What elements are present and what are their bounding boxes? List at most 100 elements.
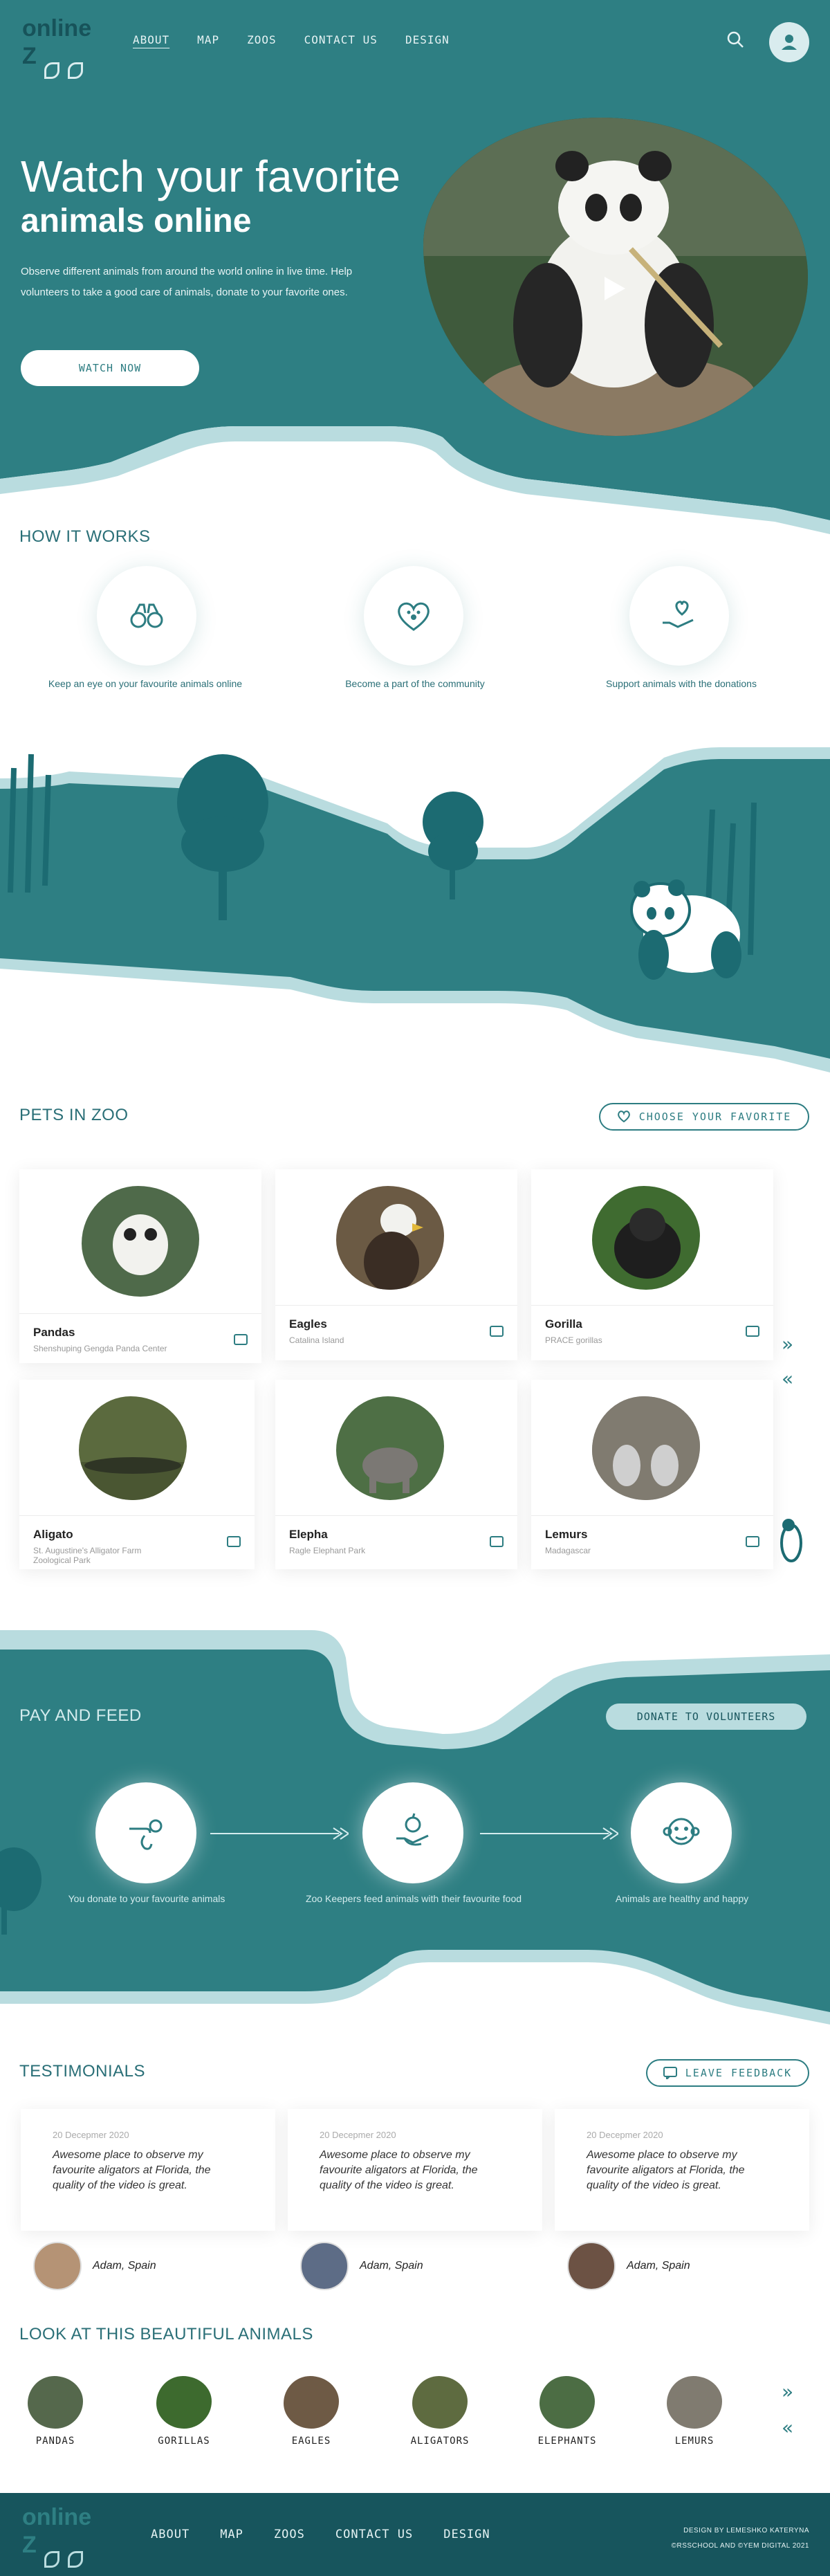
footer-logo[interactable]: online Z: [22, 2504, 98, 2568]
avatar: [567, 2242, 616, 2290]
testimonial-date: 20 Decepmer 2020: [320, 2130, 396, 2140]
how-it-works-title: HOW IT WORKS: [19, 527, 151, 546]
zoo-illustration: [0, 747, 830, 1072]
pet-location: St. Augustine's Alligator Farm Zoologica…: [33, 1546, 142, 1565]
footer-nav-map[interactable]: MAP: [220, 2528, 243, 2541]
pets-title: PETS IN ZOO: [19, 1106, 129, 1124]
hand-apple-icon: [362, 1782, 463, 1883]
site-footer: online Z ABOUT MAP ZOOS CONTACT US DESIG…: [0, 2493, 830, 2576]
tv-icon[interactable]: [234, 1334, 248, 1345]
pet-name: Aligato: [33, 1528, 73, 1541]
pet-location: PRACE gorillas: [545, 1335, 602, 1345]
testimonial-card: 20 Decepmer 2020 Awesome place to observ…: [21, 2109, 275, 2231]
monkey-face-icon: [631, 1782, 732, 1883]
tv-icon[interactable]: [746, 1326, 759, 1337]
next-arrow-icon[interactable]: »: [782, 2380, 793, 2403]
hand-coin-icon: [95, 1782, 196, 1883]
user-icon: [782, 35, 797, 50]
alligator-image: [79, 1396, 187, 1500]
gallery-title: LOOK AT THIS BEAUTIFUL ANIMALS: [19, 2325, 313, 2344]
eagle-image: [336, 1186, 444, 1290]
arrow-right-icon: [210, 1827, 349, 1840]
nav-about[interactable]: ABOUT: [133, 33, 169, 46]
hero-title: Watch your favorite: [21, 152, 400, 201]
nav-contact[interactable]: CONTACT US: [304, 33, 378, 46]
hiw-label-watch: Keep an eye on your favourite animals on…: [48, 678, 243, 689]
pet-location: Madagascar: [545, 1546, 591, 1555]
lemur-image: [592, 1396, 700, 1500]
testimonial-text: Awesome place to observe my favourite al…: [320, 2149, 478, 2191]
testimonial-text: Awesome place to observe my favourite al…: [587, 2149, 745, 2191]
gallery-label: ELEPHANTS: [537, 2436, 597, 2447]
penguin-icon: [780, 1519, 802, 1562]
nav-zoos[interactable]: ZOOS: [247, 33, 277, 46]
leaf-icon: [44, 2551, 59, 2568]
leave-feedback-button[interactable]: LEAVE FEEDBACK: [646, 2059, 809, 2087]
gorilla-image: [592, 1186, 700, 1290]
search-icon[interactable]: [726, 30, 744, 48]
elephant-image: [336, 1396, 444, 1500]
pet-name: Eagles: [289, 1317, 327, 1331]
site-header: online Z ABOUT MAP ZOOS CONTACT US DESIG…: [0, 0, 830, 84]
avatar: [300, 2242, 349, 2290]
testimonial-date: 20 Decepmer 2020: [587, 2130, 663, 2140]
pet-card[interactable]: Elepha Ragle Elephant Park: [275, 1380, 517, 1569]
binoculars-icon: [97, 566, 196, 666]
footer-nav-zoos[interactable]: ZOOS: [274, 2528, 305, 2541]
testimonial-author: Adam, Spain: [627, 2260, 690, 2272]
testimonials-title: TESTIMONIALS: [19, 2062, 146, 2081]
nav-design[interactable]: DESIGN: [405, 33, 450, 46]
tv-icon[interactable]: [227, 1536, 241, 1547]
gallery-eagle-image[interactable]: [284, 2376, 339, 2429]
tv-icon[interactable]: [490, 1536, 504, 1547]
logo[interactable]: online Z: [22, 15, 98, 79]
pet-name: Gorilla: [545, 1317, 582, 1331]
pet-card[interactable]: Aligato St. Augustine's Alligator Farm Z…: [19, 1380, 255, 1569]
tv-icon[interactable]: [746, 1536, 759, 1547]
testimonial-card: 20 Decepmer 2020 Awesome place to observ…: [555, 2109, 809, 2231]
pet-card[interactable]: Lemurs Madagascar: [531, 1380, 773, 1569]
hero-subtitle: animals online: [21, 203, 252, 239]
footer-nav-contact[interactable]: CONTACT US: [335, 2528, 413, 2541]
pet-name: Elepha: [289, 1528, 328, 1541]
footer-nav-about[interactable]: ABOUT: [151, 2528, 190, 2541]
footer-nav-design[interactable]: DESIGN: [443, 2528, 490, 2541]
prev-arrow-icon[interactable]: «: [782, 1367, 793, 1390]
testimonial-date: 20 Decepmer 2020: [53, 2130, 129, 2140]
heart-paw-icon: [364, 566, 463, 666]
gallery-label: EAGLES: [291, 2436, 331, 2447]
donate-button[interactable]: DONATE TO VOLUNTEERS: [606, 1703, 806, 1730]
pet-location: Catalina Island: [289, 1335, 344, 1345]
gallery-panda-image[interactable]: [28, 2376, 83, 2429]
pet-location: Shenshuping Gengda Panda Center: [33, 1344, 167, 1353]
pet-card[interactable]: Gorilla PRACE gorillas: [531, 1169, 773, 1360]
heart-icon: [617, 1111, 630, 1123]
testimonial-author: Adam, Spain: [93, 2260, 156, 2272]
gallery-elephant-image[interactable]: [540, 2376, 595, 2429]
next-arrow-icon[interactable]: »: [782, 1333, 793, 1355]
pet-card[interactable]: Pandas Shenshuping Gengda Panda Center: [19, 1169, 261, 1363]
testimonial-text: Awesome place to observe my favourite al…: [53, 2149, 211, 2191]
leaf-icon: [44, 62, 59, 79]
prev-arrow-icon[interactable]: «: [782, 2416, 793, 2439]
gallery-alligator-image[interactable]: [412, 2376, 468, 2429]
hand-heart-icon: [629, 566, 729, 666]
testimonial-card: 20 Decepmer 2020 Awesome place to observ…: [288, 2109, 542, 2231]
gallery-lemur-image[interactable]: [667, 2376, 722, 2429]
watch-now-button[interactable]: WATCH NOW: [21, 350, 199, 386]
arrow-right-icon: [480, 1827, 618, 1840]
pay-step-label: Zoo Keepers feed animals with their favo…: [305, 1893, 522, 1904]
main-nav: ABOUT MAP ZOOS CONTACT US DESIGN: [133, 33, 477, 46]
tv-icon[interactable]: [490, 1326, 504, 1337]
hiw-label-community: Become a part of the community: [345, 678, 485, 689]
gallery-gorilla-image[interactable]: [156, 2376, 212, 2429]
pet-card[interactable]: Eagles Catalina Island: [275, 1169, 517, 1360]
choose-favorite-button[interactable]: CHOOSE YOUR FAVORITE: [599, 1103, 809, 1131]
testimonial-author: Adam, Spain: [360, 2260, 423, 2272]
user-avatar[interactable]: [769, 22, 809, 62]
nav-map[interactable]: MAP: [197, 33, 219, 46]
hero-description: Observe different animals from around th…: [21, 266, 353, 298]
hiw-label-donate: Support animals with the donations: [606, 678, 757, 689]
gallery-label: LEMURS: [674, 2436, 714, 2447]
pay-feed-title: PAY AND FEED: [19, 1706, 142, 1725]
